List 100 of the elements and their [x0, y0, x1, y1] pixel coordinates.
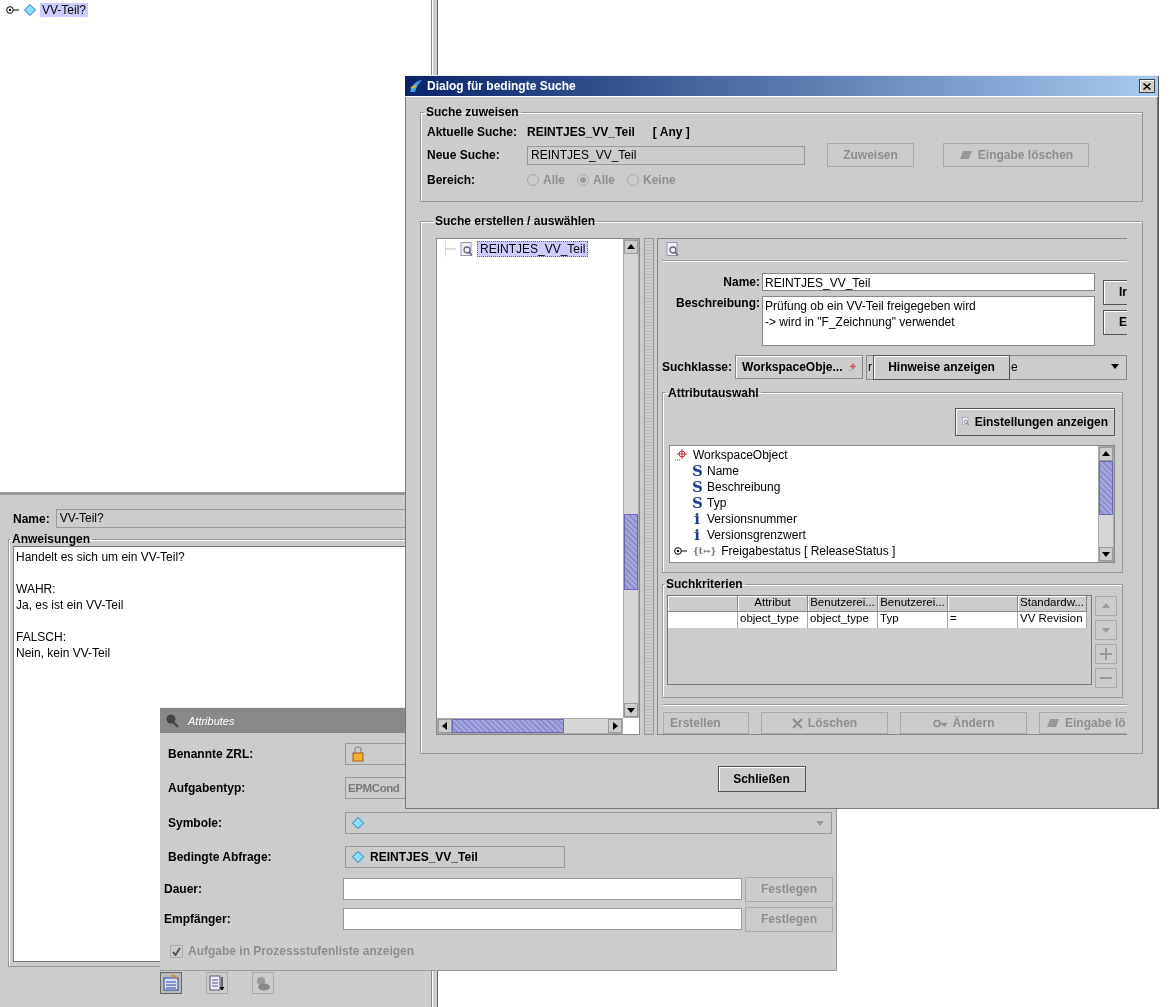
table-cell: VV Revision [1018, 612, 1087, 629]
new-search-field[interactable]: REINTJES_VV_Teil [527, 145, 805, 165]
table-cell: object_type [808, 612, 878, 629]
group-title: Suche erstellen / auswählen [434, 214, 597, 228]
scope-label: Bereich: [427, 173, 477, 187]
field-label: Dauer: [164, 882, 203, 896]
close-dialog-button[interactable]: Schließen [717, 766, 806, 792]
close-icon [1143, 82, 1151, 90]
scroll-down-button[interactable] [1099, 546, 1113, 561]
close-button[interactable] [1139, 79, 1155, 93]
side-button[interactable]: Ir [1103, 279, 1127, 305]
move-down-button[interactable] [1095, 620, 1117, 641]
dropdown-text: e [1010, 360, 1019, 375]
right-arrow-icon [610, 721, 620, 731]
collapsed-node-icon[interactable] [6, 5, 20, 15]
table-cell: Typ [878, 612, 948, 629]
tree-item[interactable]: Name [707, 463, 739, 478]
radio-label: Alle [593, 173, 616, 187]
collapsed-node-icon[interactable] [674, 545, 688, 556]
name-label: Name: [722, 274, 761, 289]
horizontal-scrollbar[interactable] [437, 718, 623, 734]
scroll-down-button[interactable] [624, 703, 638, 717]
eraser-icon [1046, 718, 1060, 728]
description-label: Beschreibung: [675, 295, 761, 310]
left-arrow-icon [440, 721, 450, 731]
eraser-icon [958, 150, 973, 160]
column-header: Standardw... [1018, 596, 1087, 613]
scrollbar-thumb[interactable] [452, 719, 564, 733]
table-cell [668, 612, 738, 629]
tree-item[interactable]: REINTJES_VV_Teil [477, 241, 589, 257]
vertical-scrollbar[interactable] [623, 239, 639, 718]
scrollbar-thumb[interactable] [1099, 460, 1113, 515]
name-field[interactable]: REINTJES_VV_Teil [762, 272, 1095, 291]
diamond-icon [352, 851, 364, 863]
field-label: Symbole: [167, 815, 223, 830]
current-search-value: REINTJES_VV_Teil [527, 125, 635, 139]
table-cell: = [948, 612, 1018, 629]
key-icon [932, 718, 948, 728]
tree-item[interactable]: Versionsnummer [707, 511, 798, 526]
class-selector[interactable]: WorkspaceObje... [735, 355, 864, 380]
action-button: Erstellen [663, 712, 749, 734]
plus-icon [1100, 648, 1112, 661]
add-button[interactable] [1095, 644, 1117, 665]
remove-button[interactable] [1095, 668, 1117, 689]
group-title: Suche zuweisen [425, 105, 520, 119]
search-document-icon [460, 241, 474, 257]
list-tool-button[interactable] [206, 972, 228, 994]
field-label: Benannte ZRL: [167, 747, 255, 761]
column-header: Benutzerei... [808, 596, 878, 613]
symbol-dropdown[interactable] [345, 811, 832, 834]
input-field[interactable] [343, 878, 742, 900]
tree-item[interactable]: WorkspaceObject [693, 447, 788, 462]
people-tool-button[interactable] [252, 972, 274, 994]
people-icon [255, 975, 271, 991]
action-button: Ändern [900, 712, 1027, 734]
reference-icon: {t↔} [693, 545, 717, 556]
attribute-type-icon: S [692, 461, 702, 480]
diamond-icon [24, 4, 36, 16]
attribute-type-icon: S [692, 477, 702, 496]
move-up-button[interactable] [1095, 596, 1117, 617]
scope-value: [ Any ] [652, 125, 690, 139]
tree-connector [445, 241, 457, 257]
settings-button[interactable]: Einstellungen anzeigen [955, 407, 1115, 436]
group-title: Anweisungen [11, 532, 91, 546]
tree-item[interactable]: Typ [707, 495, 727, 510]
group-title: Attributauswahl [667, 385, 760, 400]
scrollbar-thumb[interactable] [624, 514, 638, 590]
table-cell: object_type [738, 612, 808, 629]
radio-label: Keine [643, 173, 676, 187]
lock-icon [352, 746, 364, 762]
scroll-left-button[interactable] [438, 719, 452, 733]
input-field[interactable] [343, 908, 742, 930]
splitter[interactable] [644, 238, 654, 735]
scroll-right-button[interactable] [608, 719, 622, 733]
scroll-up-button[interactable] [1099, 446, 1113, 461]
attribute-type-icon: S [692, 493, 702, 512]
group-title: Suchkriterien [665, 577, 744, 592]
tree-item[interactable]: Versionsgrenzwert [707, 527, 806, 542]
tree-item[interactable]: Freigabestatus [ ReleaseStatus ] [721, 543, 896, 558]
sort-list-icon [209, 975, 225, 991]
form-icon [163, 975, 179, 991]
scroll-up-button[interactable] [624, 240, 638, 254]
vertical-scrollbar[interactable] [1098, 445, 1114, 562]
tree-item[interactable]: VV-Teil? [40, 3, 89, 17]
current-search-label: Aktuelle Suche: [427, 125, 519, 139]
search-dropdown[interactable]: r Hinweise anzeigen e [866, 354, 1127, 380]
tree-item[interactable]: Beschreibung [707, 479, 781, 494]
assign-button: Zuweisen [827, 143, 914, 167]
description-field[interactable]: Prüfung ob ein VV-Teil freigegeben wird -> wird in "F_Zeichnung" verwendet [762, 295, 1095, 346]
class-label: Suchklasse: [662, 360, 733, 375]
dropdown-text: r [867, 360, 874, 375]
x-icon [791, 717, 803, 729]
checkbox-label: Aufgabe in Prozessstufenliste anzeigen [188, 944, 415, 958]
up-arrow-icon [626, 242, 636, 252]
side-button[interactable]: E [1103, 309, 1127, 335]
field-label: Aufgabentyp: [167, 781, 247, 795]
hints-button[interactable]: Hinweise anzeigen [873, 354, 1011, 380]
properties-tool-button[interactable] [160, 972, 182, 994]
attribute-type-icon: i [692, 525, 702, 544]
radio-label: Alle [543, 173, 565, 187]
